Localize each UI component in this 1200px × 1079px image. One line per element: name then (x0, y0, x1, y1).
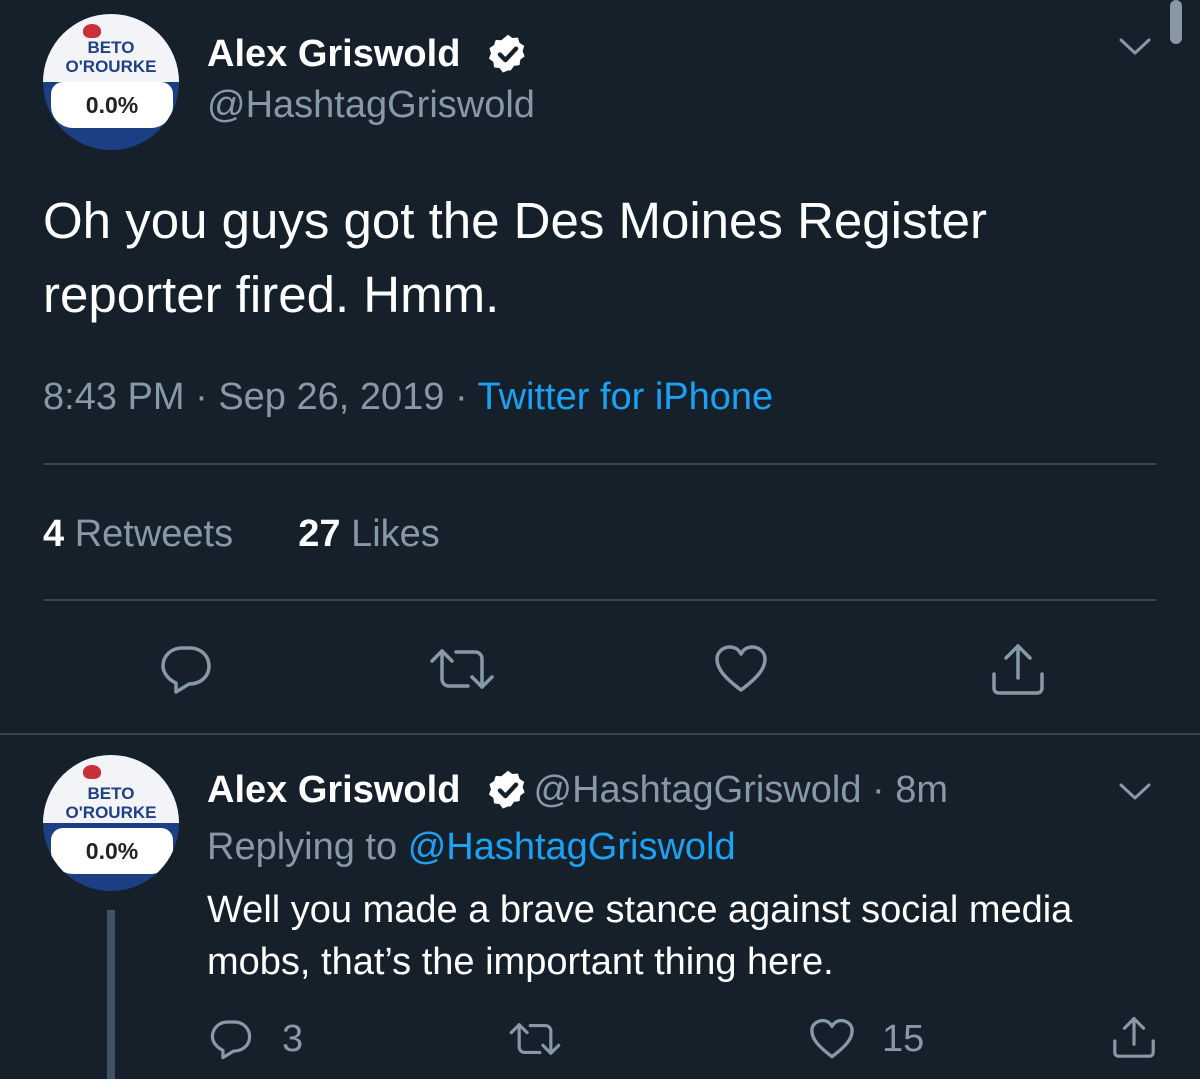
chevron-down-icon[interactable] (1118, 36, 1152, 58)
tweet-source[interactable]: Twitter for iPhone (478, 376, 774, 418)
chevron-down-icon[interactable] (1118, 781, 1152, 803)
share-icon[interactable] (1110, 1015, 1158, 1059)
tweet-stats: 4 Retweets 27 Likes (43, 512, 440, 556)
likes-label: Likes (351, 513, 440, 555)
divider (0, 733, 1200, 735)
reply-header: Alex Griswold @HashtagGriswold · 8m (207, 768, 948, 812)
likes-count: 27 (298, 513, 341, 555)
reply-text: Well you made a brave stance against soc… (207, 884, 1072, 988)
meta-separator: · (195, 376, 208, 418)
retweets-stat[interactable]: 4 Retweets (43, 513, 233, 555)
reply-icon[interactable] (158, 643, 214, 695)
retweets-label: Retweets (74, 513, 234, 555)
divider (43, 599, 1157, 601)
verified-badge-icon (488, 34, 525, 73)
tweet-text-line1: Oh you guys got the Des Moines Register (43, 192, 987, 249)
reply-age[interactable]: 8m (895, 769, 948, 811)
tweet-meta: 8:43 PM · Sep 26, 2019 · Twitter for iPh… (43, 375, 773, 419)
likes-stat[interactable]: 27 Likes (298, 513, 440, 555)
like-icon[interactable] (808, 1018, 856, 1060)
avatar-line1: BETO (87, 38, 135, 57)
avatar-line2: O'ROURKE (65, 803, 157, 822)
avatar-percent: 0.0% (51, 82, 173, 128)
avatar[interactable]: BETO O'ROURKE 0.0% (43, 755, 179, 891)
avatar-line1: BETO (87, 784, 135, 803)
replying-prefix: Replying to (207, 826, 398, 868)
reply-icon[interactable] (208, 1018, 254, 1060)
display-name[interactable]: Alex Griswold (207, 32, 460, 76)
verified-badge-icon (488, 770, 525, 809)
retweet-icon[interactable] (508, 1020, 562, 1058)
reply-text-line1: Well you made a brave stance against soc… (207, 889, 1073, 931)
avatar[interactable]: BETO O'ROURKE 0.0% (43, 14, 179, 150)
share-icon[interactable] (988, 642, 1048, 696)
reply-count: 3 (282, 1018, 304, 1060)
like-icon[interactable] (713, 644, 769, 694)
handle[interactable]: @HashtagGriswold (207, 83, 535, 127)
tweet-text-line2: reporter fired. Hmm. (43, 266, 500, 323)
avatar-percent: 0.0% (51, 828, 173, 874)
thread-line (107, 910, 115, 1079)
replying-to: Replying to @HashtagGriswold (207, 825, 736, 869)
meta-separator: · (454, 376, 468, 418)
tweet-time[interactable]: 8:43 PM (43, 376, 185, 418)
tweet-text: Oh you guys got the Des Moines Register … (43, 184, 987, 332)
tweet-date[interactable]: Sep 26, 2019 (218, 376, 444, 418)
reply-text-line2: mobs, that’s the important thing here. (207, 941, 834, 983)
retweet-icon[interactable] (428, 645, 496, 693)
replying-handle[interactable]: @HashtagGriswold (408, 826, 736, 868)
divider (43, 463, 1157, 465)
header-separator: · (872, 769, 885, 811)
display-name[interactable]: Alex Griswold (207, 769, 460, 811)
like-count: 15 (882, 1018, 925, 1060)
avatar-line2: O'ROURKE (65, 57, 157, 76)
scrollbar[interactable] (1170, 0, 1182, 44)
retweets-count: 4 (43, 513, 65, 555)
handle[interactable]: @HashtagGriswold (534, 769, 862, 811)
